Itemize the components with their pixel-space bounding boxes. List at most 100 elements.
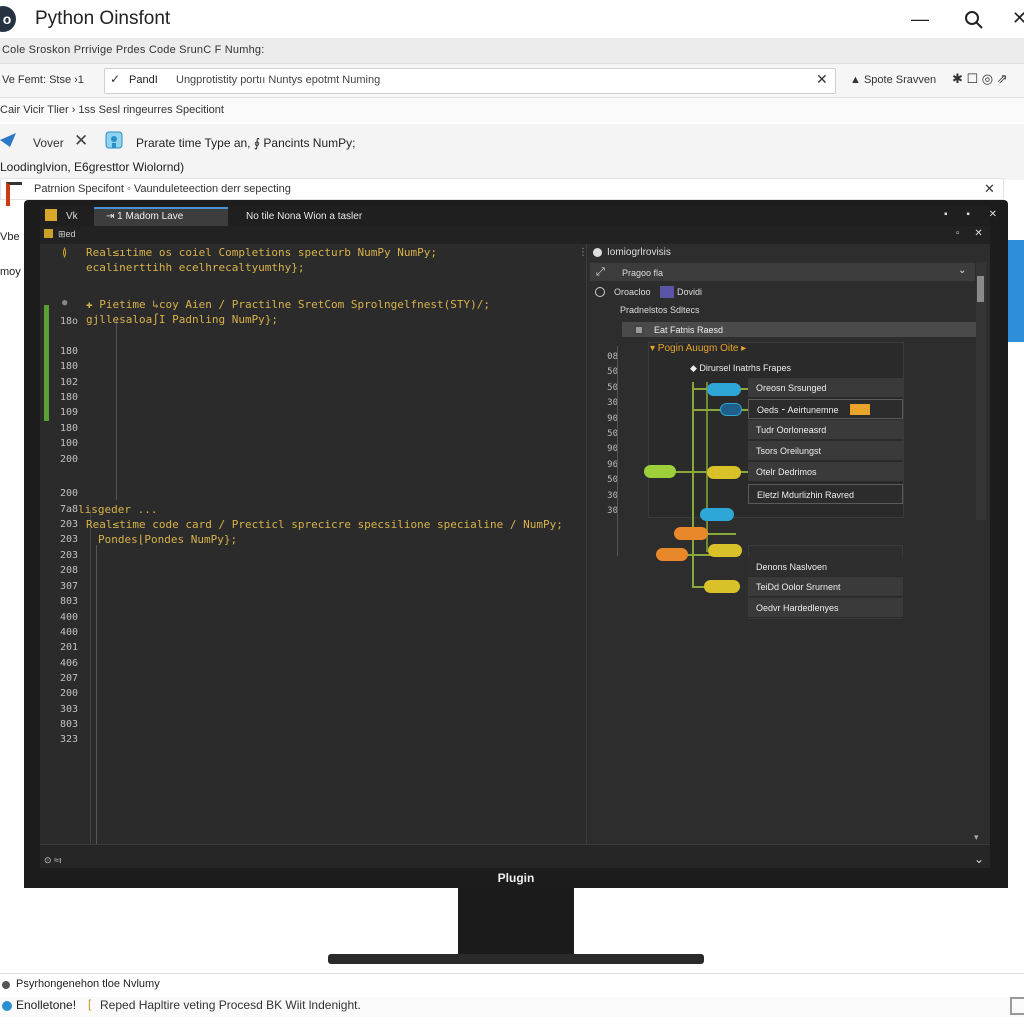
flow-menu-item[interactable]: TeiDd Oolor Srurnent (748, 577, 903, 597)
line-number: 323 (59, 734, 78, 745)
ide-status-left[interactable]: ⊙ ≈ı (44, 855, 61, 866)
close-button[interactable]: ✕ (1012, 8, 1024, 29)
line-number: 203 (59, 519, 78, 530)
notice-text: Patrnion Specifont ◦ Vaunduleteection de… (34, 183, 291, 195)
search-icon[interactable] (962, 8, 986, 32)
flow-menu-item[interactable]: Eletzl Mdurlizhin Ravred (748, 484, 903, 504)
line-number: 109 (59, 407, 78, 418)
plugin-icon[interactable] (104, 130, 124, 150)
line-number: 200 (59, 688, 78, 699)
vote-button[interactable]: Vover (33, 136, 64, 150)
breadcrumb[interactable]: Cair Vicir Tlier › 1ss Sesl ringeurres S… (0, 104, 224, 116)
flow-node[interactable] (674, 527, 708, 540)
ide-tab-label[interactable]: ⇥ 1 Madom Lave (106, 211, 183, 222)
more-icon[interactable]: ⋮ (578, 248, 588, 328)
line-number: 180 (59, 392, 78, 403)
flow-menu-item[interactable]: Oreosn Srsunged (748, 378, 903, 398)
panel-search-value[interactable]: Pragoo fla (622, 268, 663, 278)
address-left-label[interactable]: Ve Femt: Stse ›1 (2, 74, 84, 86)
flow-menu-item[interactable]: Otelr Dedrimos (748, 462, 903, 482)
panel-title: Iomiogrlrovisis (607, 247, 671, 258)
flow-menu-item[interactable]: Oedvr Hardedlenyes (748, 598, 903, 618)
code-line[interactable]: Real≤time code card ∕ Precticl sprecicre… (86, 518, 563, 531)
flow-node[interactable] (707, 466, 741, 479)
code-line[interactable]: lisgeder ... (78, 503, 157, 516)
panel-row-label[interactable]: Pradnelstos Sdltecs (620, 305, 700, 315)
line-number: 7a8 (59, 504, 78, 515)
line-number: 180 (59, 423, 78, 434)
ide-sub-label[interactable]: ⊞ed (58, 229, 76, 240)
minimize-button[interactable]: — (909, 8, 931, 30)
line-number: 400 (59, 612, 78, 623)
ide-window-buttons[interactable]: ▪ ▪ ✕ (944, 209, 1005, 220)
status-text: Psyrhongenehon tloe Nvlumy (16, 978, 160, 990)
ide-sub-icon (44, 229, 53, 238)
line-number: 200 (59, 488, 78, 499)
code-line[interactable]: ✚ Pietime ↳coy Aien ∕ Practilne SretCom … (86, 298, 490, 311)
flow-node[interactable] (720, 403, 742, 416)
checkbox[interactable] (634, 325, 644, 335)
line-number: 803 (59, 596, 78, 607)
address-prefix: PandI (129, 74, 158, 86)
arrow-icon[interactable] (0, 133, 16, 147)
line-number: 203 (59, 534, 78, 545)
flow-node[interactable] (708, 544, 742, 557)
status-message: Reped Hapltire veting Procesd BK Wiit ln… (100, 998, 361, 1012)
breakpoint-icon[interactable]: ≬ (62, 246, 67, 259)
expand-icon[interactable]: ⤢ (596, 266, 605, 279)
code-line[interactable]: Real≤ıtime os coiel Completions specturb… (86, 246, 437, 259)
flow-menu-item[interactable]: Tudr Oorloneasrd (748, 420, 903, 440)
status-label: Enolletone! (16, 998, 77, 1012)
chevron-down-icon[interactable]: ⌄ (958, 265, 966, 276)
code-line[interactable]: gjllesaloa∫I Padnling NumPy}; (86, 313, 278, 326)
clear-icon[interactable]: ✕ (816, 71, 828, 88)
panel-row-label[interactable]: Dovidi (677, 287, 702, 297)
chevron-down-icon[interactable]: ⌄ (974, 852, 984, 866)
scroll-down-icon[interactable]: ▾ (974, 832, 979, 843)
flow-menu-item-selected[interactable]: Oeds ⁃ Aeirtunemne (748, 399, 903, 419)
line-number: 180 (59, 361, 78, 372)
address-tool-icons[interactable]: ✱ ☐ ◎ ⇗ (952, 71, 1008, 87)
flow-edge (692, 382, 694, 588)
notice-close-button[interactable]: ✕ (984, 181, 995, 197)
flow-menu-item[interactable]: Denons Naslvoen (748, 557, 903, 577)
flow-node[interactable] (656, 548, 688, 561)
toolbar-subtext: Loodinglvion, E6gresttor Wiolornd) (0, 160, 185, 174)
line-number: 203 (59, 550, 78, 561)
popup-subtitle: ◆ Dirursel Inatrhs Frapes (690, 363, 791, 373)
flow-node[interactable] (644, 465, 676, 478)
side-accent (1008, 240, 1024, 342)
code-line[interactable]: Pondes⌊Pondes NumPy}; (98, 533, 237, 546)
chip-icon (660, 286, 674, 298)
ide-subbar (40, 226, 990, 244)
menu-items[interactable]: Cole Sroskon Prrivige Prdes Code SrunC F… (2, 44, 265, 56)
x-icon[interactable]: ✕ (74, 131, 88, 151)
status-bracket: [ (88, 997, 92, 1011)
line-number: 303 (59, 704, 78, 715)
corner-bracket-icon (1010, 997, 1024, 1015)
monitor-stand-base (328, 954, 704, 964)
flow-node[interactable] (704, 580, 740, 593)
fold-icon[interactable]: ● (62, 298, 67, 308)
line-number: 208 (59, 565, 78, 576)
flow-node[interactable] (707, 383, 741, 396)
ide-sub-buttons[interactable]: ▫ ✕ (956, 228, 989, 239)
panel-row-label[interactable]: Oroacloo (614, 287, 651, 297)
side-label-vbe: Vbe (0, 231, 20, 243)
flag-icon (6, 182, 22, 206)
flow-menu-item[interactable]: Tsors Oreilungst (748, 441, 903, 461)
ide-menu-vk[interactable]: Vk (66, 211, 78, 222)
line-number: 200 (59, 454, 78, 465)
flow-node[interactable] (700, 508, 734, 521)
tree-guide (617, 346, 618, 556)
line-number: 207 (59, 673, 78, 684)
panel-line-numbers: 08 50 50 30 90 50 90 96 50 30 30 (607, 352, 618, 517)
address-right-label[interactable]: ▲ Spote Sravven (850, 74, 936, 86)
panel-splitter[interactable] (586, 244, 587, 844)
address-value[interactable]: Ungprotistity portıı Nuntys epotmt Numin… (176, 74, 380, 86)
code-line[interactable]: ecalinerttihh ecelhrecaltyumthy}; (86, 261, 305, 274)
scrollbar-thumb[interactable] (977, 276, 984, 302)
panel-row-label[interactable]: Eat Fatnis Raesd (654, 325, 723, 335)
popup-title[interactable]: ▾ Pogin Auugm Oite ▸ (650, 343, 746, 354)
line-number: 406 (59, 658, 78, 669)
